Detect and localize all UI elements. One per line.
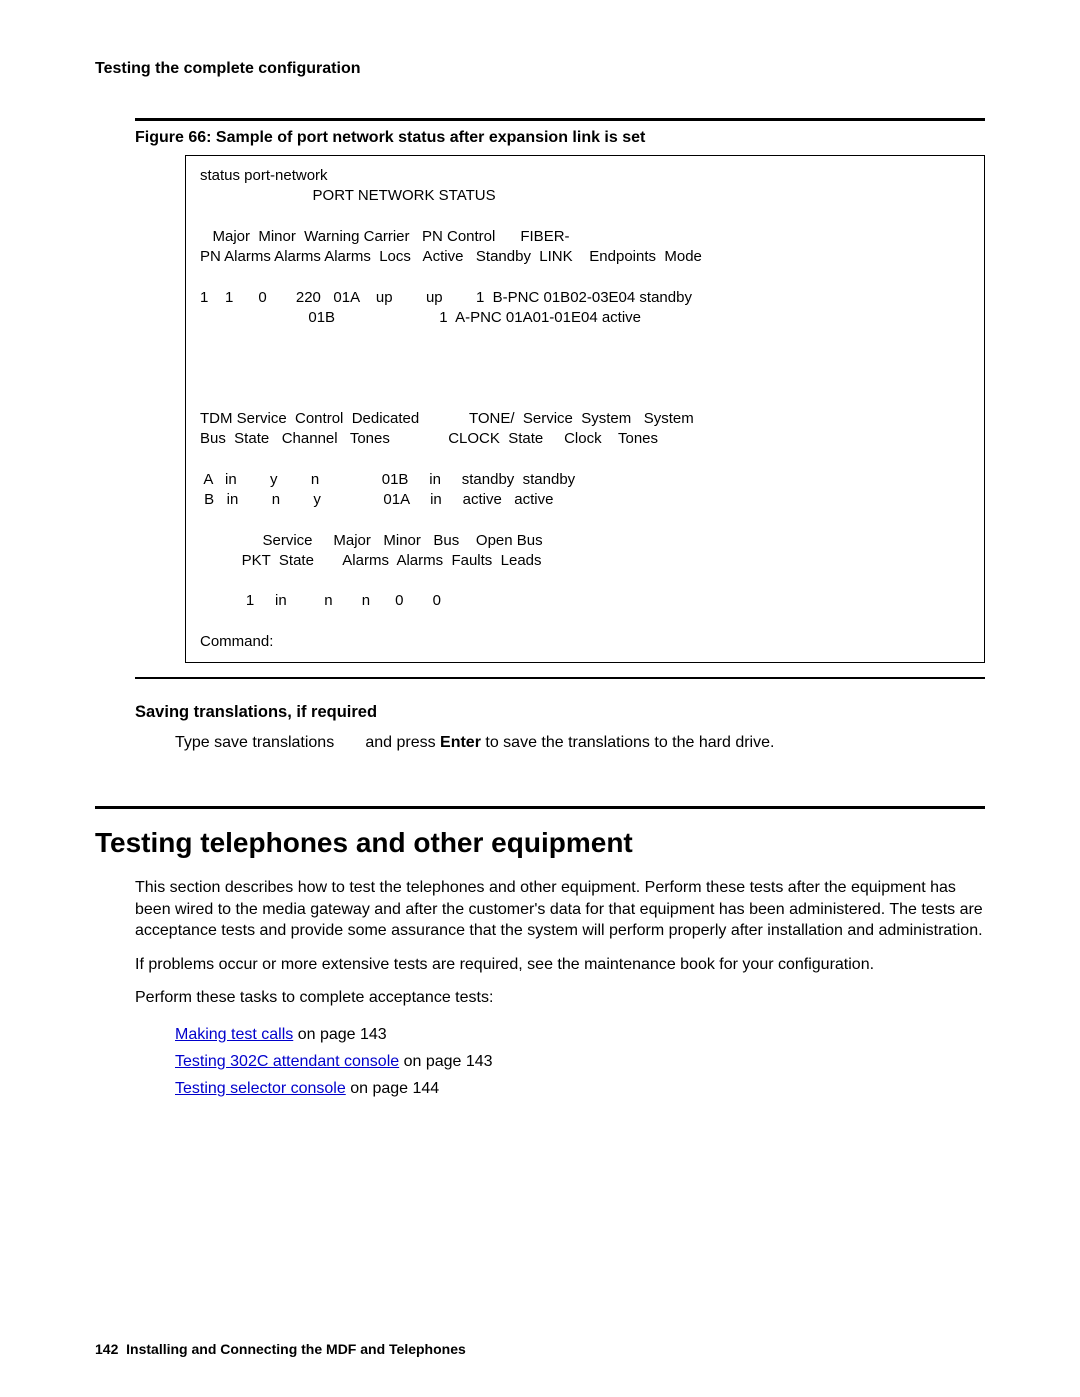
list-item: Testing selector console on page 144 [175, 1075, 985, 1102]
section-heading: Testing telephones and other equipment [95, 827, 985, 859]
instruction-suffix: to save the translations to the hard dri… [481, 734, 775, 751]
link-making-test-calls[interactable]: Making test calls [175, 1026, 293, 1043]
intro-paragraph-3: Perform these tasks to complete acceptan… [135, 987, 985, 1009]
page-number: 142 [95, 1341, 118, 1357]
saving-instruction: Type save translations and press Enter t… [175, 734, 985, 752]
link-suffix: on page 143 [399, 1053, 492, 1070]
instruction-enter-key: Enter [440, 734, 481, 751]
terminal-output-box: status port-network PORT NETWORK STATUS … [185, 155, 985, 663]
intro-paragraph-1: This section describes how to test the t… [135, 877, 985, 942]
figure-caption: Figure 66: Sample of port network status… [135, 129, 985, 147]
figure-bottom-rule [135, 677, 985, 679]
page-footer: 142 Installing and Connecting the MDF an… [95, 1341, 466, 1357]
saving-translations-heading: Saving translations, if required [135, 703, 985, 722]
list-item: Making test calls on page 143 [175, 1021, 985, 1048]
task-list: Making test calls on page 143 Testing 30… [175, 1021, 985, 1103]
instruction-mid: and press [361, 734, 440, 751]
section-rule [95, 806, 985, 809]
link-suffix: on page 143 [293, 1026, 386, 1043]
instruction-prefix: Type [175, 734, 214, 751]
intro-paragraph-2: If problems occur or more extensive test… [135, 954, 985, 976]
running-header: Testing the complete configuration [95, 60, 985, 78]
figure-top-rule [135, 118, 985, 121]
list-item: Testing 302C attendant console on page 1… [175, 1048, 985, 1075]
link-testing-selector-console[interactable]: Testing selector console [175, 1080, 346, 1097]
footer-title: Installing and Connecting the MDF and Te… [126, 1341, 466, 1357]
link-testing-302c-attendant-console[interactable]: Testing 302C attendant console [175, 1053, 399, 1070]
instruction-command: save translations [214, 734, 334, 752]
link-suffix: on page 144 [346, 1080, 439, 1097]
